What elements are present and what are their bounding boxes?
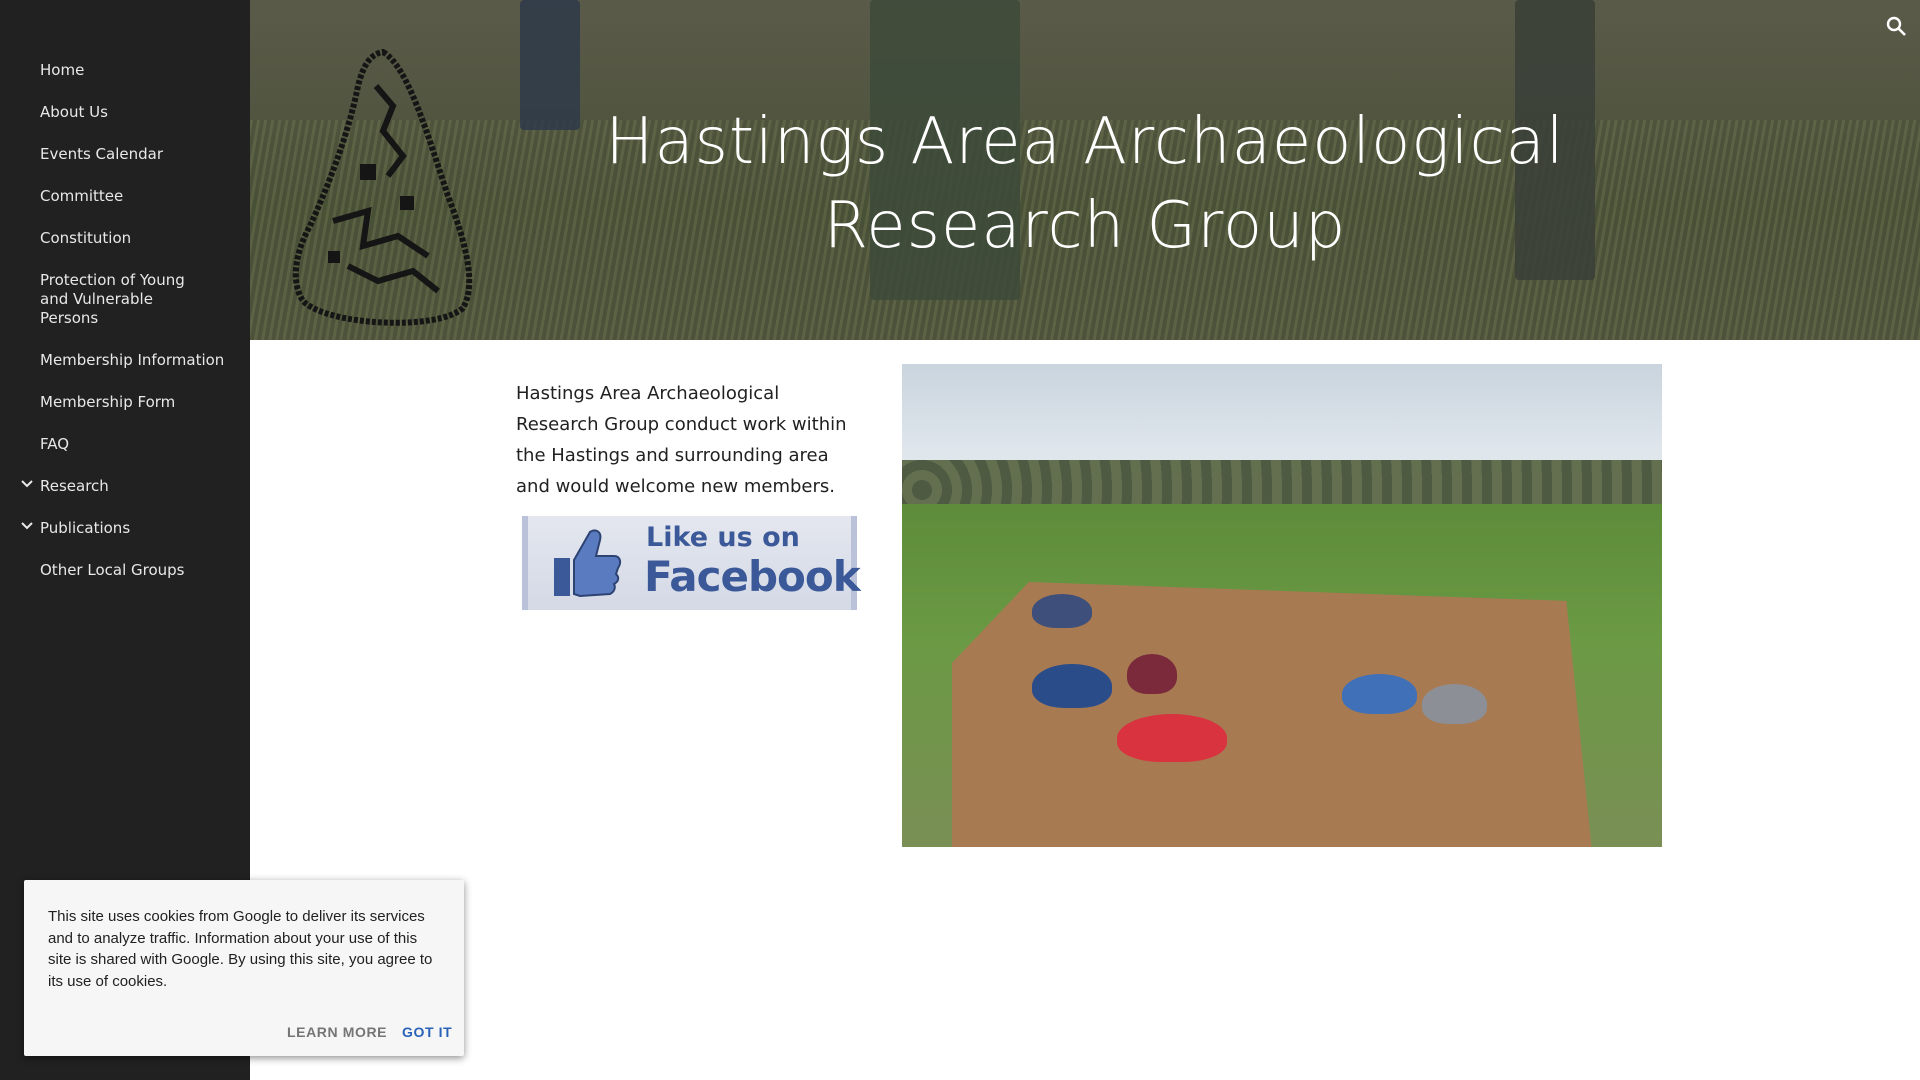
photo-digger <box>1127 654 1177 694</box>
sidebar-item-publications[interactable]: Publications <box>0 512 250 554</box>
cookie-banner: This site uses cookies from Google to de… <box>24 880 464 1056</box>
photo-treeline <box>902 460 1662 510</box>
sidebar-item-label: Membership Form <box>40 393 176 411</box>
facebook-badge-line2: Facebook <box>644 552 861 601</box>
sidebar-item-membership-form[interactable]: Membership Form <box>0 386 250 428</box>
got-it-button[interactable]: GOT IT <box>402 1024 452 1040</box>
facebook-badge-line1: Like us on <box>646 522 800 553</box>
sidebar-item-label: Protection of Young and Vulnerable Perso… <box>40 271 185 327</box>
header-banner: Hastings Area Archaeological Research Gr… <box>250 0 1920 340</box>
intro-text: Hastings Area Archaeological Research Gr… <box>516 383 847 497</box>
sidebar-item-other-local-groups[interactable]: Other Local Groups <box>0 554 250 596</box>
chevron-down-icon[interactable] <box>19 476 35 492</box>
sidebar-item-committee[interactable]: Committee <box>0 180 250 222</box>
learn-more-button[interactable]: LEARN MORE <box>287 1024 387 1040</box>
chevron-down-icon[interactable] <box>19 518 35 534</box>
sidebar-item-faq[interactable]: FAQ <box>0 428 250 470</box>
sidebar-item-label: Home <box>40 61 85 79</box>
photo-digger <box>1032 664 1112 708</box>
sidebar-item-label: Constitution <box>40 229 132 247</box>
photo-digger <box>1117 714 1227 762</box>
sidebar-item-protection[interactable]: Protection of Young and Vulnerable Perso… <box>0 264 230 344</box>
sidebar-item-label: About Us <box>40 103 108 121</box>
sidebar-item-events-calendar[interactable]: Events Calendar <box>0 138 250 180</box>
sidebar-nav: Home About Us Events Calendar Committee … <box>0 0 250 596</box>
sidebar-item-label: Publications <box>40 519 131 537</box>
sidebar-item-label: Events Calendar <box>40 145 164 163</box>
sidebar-item-research[interactable]: Research <box>0 470 250 512</box>
photo-digger <box>1032 594 1092 628</box>
photo-digger <box>1422 684 1487 724</box>
sidebar-item-label: Membership Information <box>40 351 225 369</box>
sidebar-item-label: Other Local Groups <box>40 561 185 579</box>
sidebar-item-label: FAQ <box>40 435 70 453</box>
site-title-line1: Hastings Area Archaeological <box>605 105 1565 179</box>
sidebar-item-about-us[interactable]: About Us <box>0 96 250 138</box>
site-title-line2: Research Group <box>823 189 1347 263</box>
photo-digger <box>1342 674 1417 714</box>
site-title: Hastings Area Archaeological Research Gr… <box>250 100 1920 268</box>
sidebar-item-home[interactable]: Home <box>0 54 250 96</box>
cookie-banner-text: This site uses cookies from Google to de… <box>48 908 433 990</box>
sidebar-item-label: Committee <box>40 187 124 205</box>
thumbs-up-icon <box>554 529 622 598</box>
sidebar-item-membership-information[interactable]: Membership Information <box>0 344 250 386</box>
search-icon[interactable] <box>1884 14 1910 40</box>
excavation-photo <box>902 364 1662 847</box>
facebook-like-badge[interactable]: Like us on Facebook <box>522 516 861 610</box>
sidebar-item-constitution[interactable]: Constitution <box>0 222 250 264</box>
sidebar-item-label: Research <box>40 477 109 495</box>
